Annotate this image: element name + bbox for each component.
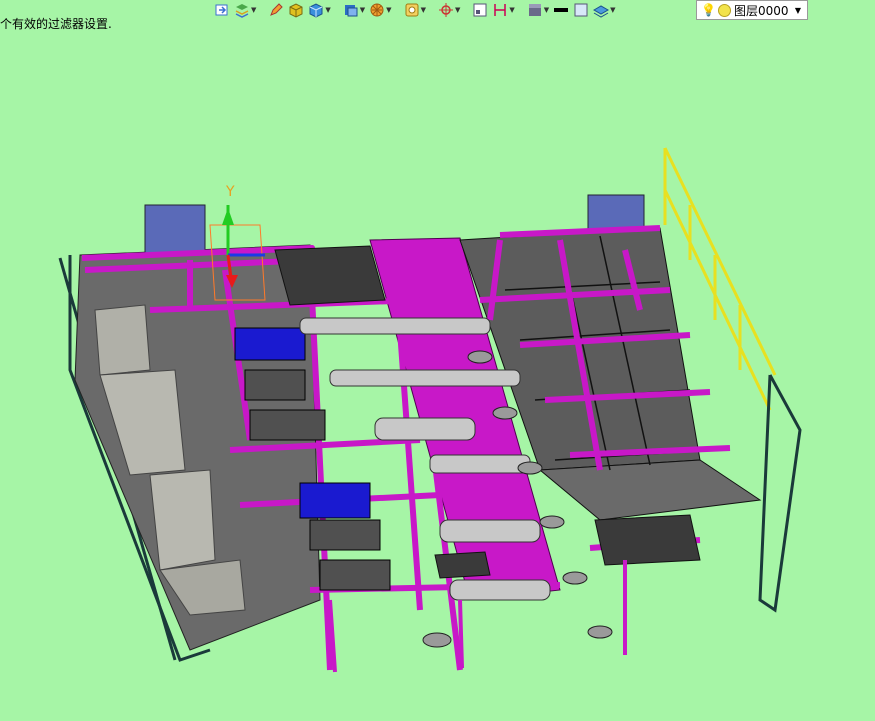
blue-tank (144, 204, 206, 256)
blue-motor (299, 482, 371, 519)
model-viewport[interactable]: Y (0, 0, 875, 721)
y-axis-label: Y (225, 184, 235, 200)
blue-motor (234, 327, 306, 361)
equipment-model (74, 147, 802, 673)
